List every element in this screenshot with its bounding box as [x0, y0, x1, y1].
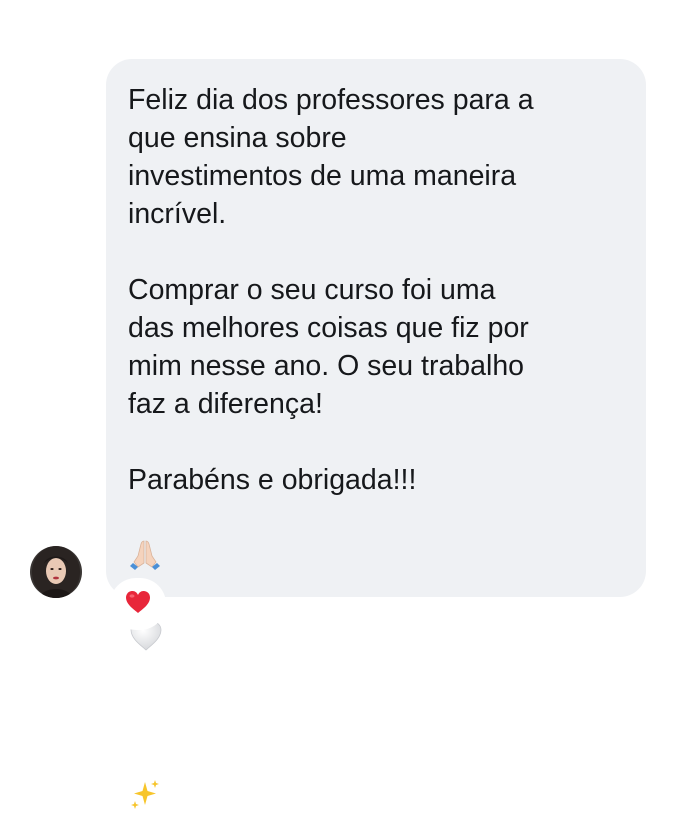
message-paragraph-closing: Parabéns e obrigada!!! — [128, 461, 626, 821]
message-paragraph: Comprar o seu curso foi uma das melhores… — [128, 274, 529, 420]
message-paragraph: Feliz dia dos professores para a que ens… — [128, 84, 534, 230]
reaction-badge[interactable] — [112, 580, 164, 628]
message-text: Feliz dia dos professores para a que ens… — [128, 81, 626, 821]
avatar[interactable] — [30, 546, 82, 598]
praying-hands-icon — [128, 499, 162, 581]
closing-text: Parabéns e obrigada!!! — [128, 464, 417, 496]
sparkles-icon — [128, 739, 162, 821]
red-heart-icon — [124, 589, 152, 620]
message-bubble[interactable]: Feliz dia dos professores para a que ens… — [106, 59, 646, 809]
